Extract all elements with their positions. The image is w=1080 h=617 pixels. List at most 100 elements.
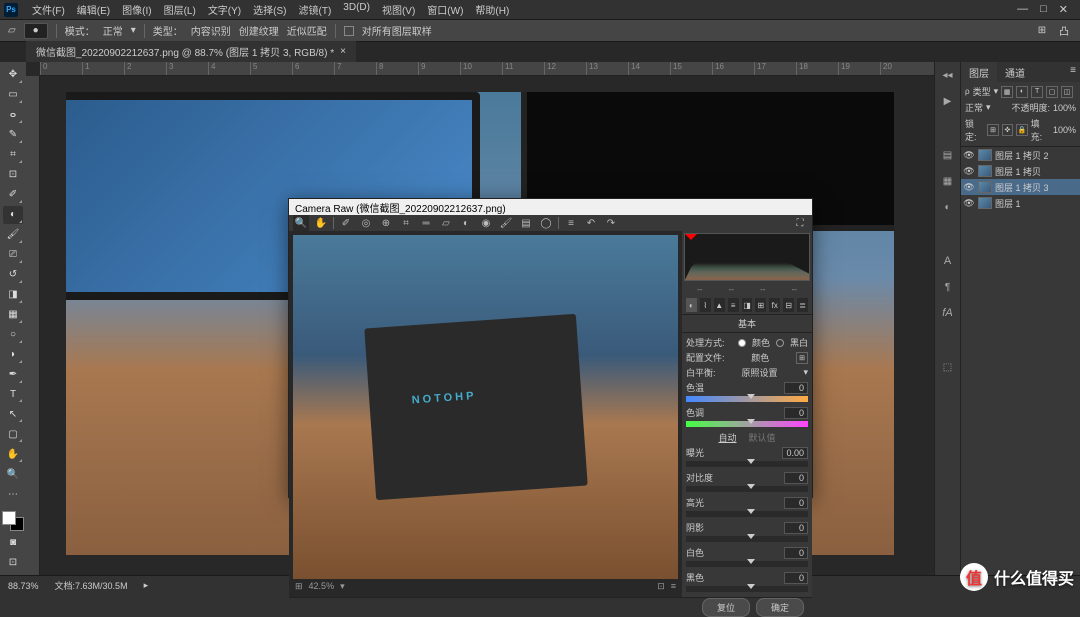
auto-button[interactable]: 自动 — [718, 431, 736, 444]
visibility-toggle[interactable]: 👁 — [963, 182, 975, 193]
screenmode-toggle[interactable]: ⊡ — [3, 553, 23, 571]
exposure-slider[interactable] — [686, 461, 808, 467]
quick-select-tool[interactable]: ✎ — [3, 126, 23, 144]
document-tab[interactable]: 微信截图_20220902212637.png @ 88.7% (图层 1 拷贝… — [26, 40, 356, 62]
cr-transform-tool[interactable]: ▱ — [438, 215, 454, 231]
cr-fullscreen-icon[interactable]: ⛶ — [792, 215, 808, 231]
edit-toolbar[interactable]: ⋯ — [3, 485, 23, 503]
text-tool[interactable]: T — [3, 386, 23, 404]
tab-channels[interactable]: 通道 — [997, 62, 1033, 82]
fill-value[interactable]: 100% — [1053, 125, 1076, 135]
menu-item[interactable]: 3D(D) — [337, 0, 376, 19]
cr-spot-tool[interactable]: ◐ — [458, 215, 474, 231]
cr-before-after-icon[interactable]: ≡ — [671, 581, 676, 591]
cr-prefs-tool[interactable]: ≡ — [563, 215, 579, 231]
visibility-toggle[interactable]: 👁 — [963, 150, 975, 161]
filter-text-icon[interactable]: T — [1031, 86, 1043, 98]
cr-hand-tool[interactable]: ✋ — [313, 215, 329, 231]
lasso-tool[interactable]: ⴰ — [3, 106, 23, 124]
exposure-value[interactable]: 0.00 — [782, 447, 808, 459]
wb-select[interactable]: 原照设置 — [741, 366, 777, 379]
cr-tab-split[interactable]: ◨ — [742, 298, 753, 312]
default-button[interactable]: 默认值 — [749, 431, 776, 444]
stamp-tool[interactable]: ⎚ — [3, 246, 23, 264]
filter-smart-icon[interactable]: ◫ — [1061, 86, 1073, 98]
menu-item[interactable]: 选择(S) — [247, 0, 292, 19]
menu-item[interactable]: 文字(Y) — [202, 0, 247, 19]
dodge-tool[interactable]: ◗ — [3, 346, 23, 364]
histogram[interactable] — [684, 233, 810, 281]
marquee-tool[interactable]: ▭ — [3, 86, 23, 104]
layer-row[interactable]: 👁图层 1 拷贝 3 — [961, 179, 1080, 195]
swatches-panel-icon[interactable]: ▦ — [939, 172, 957, 190]
path-select-tool[interactable]: ↖ — [3, 405, 23, 423]
cr-tab-lens[interactable]: ⊞ — [755, 298, 766, 312]
cr-compare-icon[interactable]: ⊡ — [657, 581, 665, 592]
glyphs-panel-icon[interactable]: fA — [939, 304, 957, 322]
move-tool[interactable]: ✥ — [3, 66, 23, 84]
tab-layers[interactable]: 图层 — [961, 62, 997, 82]
contrast-slider[interactable] — [686, 486, 808, 492]
cr-target-adjust-tool[interactable]: ⊕ — [378, 215, 394, 231]
expand-panels-icon[interactable]: ◂◂ — [939, 66, 957, 84]
cr-wb-tool[interactable]: ✐ — [338, 215, 354, 231]
opt-proximity[interactable]: 近似匹配 — [287, 23, 327, 38]
cr-preview-image[interactable] — [293, 235, 678, 579]
opt-content-aware[interactable]: 内容识别 — [191, 23, 231, 38]
brush-tool[interactable]: 🖌 — [3, 226, 23, 244]
layer-thumbnail[interactable] — [978, 197, 992, 209]
cr-redeye-tool[interactable]: ◉ — [478, 215, 494, 231]
menu-item[interactable]: 文件(F) — [26, 0, 71, 19]
mode-select[interactable]: 正常 — [103, 23, 123, 38]
ruler-vertical[interactable] — [26, 76, 40, 575]
fg-color[interactable] — [2, 511, 16, 525]
color-panel-icon[interactable]: ▤ — [939, 146, 957, 164]
blur-tool[interactable]: ○ — [3, 326, 23, 344]
panel-menu-icon[interactable]: ≡ — [1066, 62, 1080, 82]
shadows-slider[interactable] — [686, 536, 808, 542]
share-icon[interactable]: 凸 — [1056, 23, 1072, 39]
frame-tool[interactable]: ⊡ — [3, 166, 23, 184]
zoom-tool[interactable]: 🔍 — [3, 465, 23, 483]
whites-slider[interactable] — [686, 561, 808, 567]
tint-slider[interactable] — [686, 421, 808, 427]
highlights-slider[interactable] — [686, 511, 808, 517]
radio-color[interactable] — [738, 339, 746, 347]
doc-info[interactable]: 文档:7.63M/30.5M — [55, 579, 128, 592]
cr-radial-tool[interactable]: ◯ — [538, 215, 554, 231]
cr-tab-fx[interactable]: fx — [769, 298, 780, 312]
layer-row[interactable]: 👁图层 1 拷贝 2 — [961, 147, 1080, 163]
pen-tool[interactable]: ✒ — [3, 366, 23, 384]
cr-color-sampler-tool[interactable]: ◎ — [358, 215, 374, 231]
cr-rotate-cw[interactable]: ↷ — [603, 215, 619, 231]
shadows-value[interactable]: 0 — [784, 522, 808, 534]
ruler-horizontal[interactable]: 01234567891011121314151617181920 — [40, 62, 934, 76]
cr-fit-icon[interactable]: ⊞ — [295, 581, 303, 592]
contrast-value[interactable]: 0 — [784, 472, 808, 484]
gradient-tool[interactable]: ▦ — [3, 306, 23, 324]
layer-row[interactable]: 👁图层 1 拷贝 — [961, 163, 1080, 179]
cr-tab-presets[interactable]: ≣ — [797, 298, 808, 312]
cr-straighten-tool[interactable]: ═ — [418, 215, 434, 231]
tint-value[interactable]: 0 — [784, 407, 808, 419]
visibility-toggle[interactable]: 👁 — [963, 166, 975, 177]
opacity-value[interactable]: 100% — [1053, 103, 1076, 113]
lock-all-icon[interactable]: 🔒 — [1016, 124, 1027, 136]
tool-preset-icon[interactable]: ▱ — [8, 25, 16, 36]
tab-close-icon[interactable]: × — [340, 46, 346, 57]
history-panel-icon[interactable]: ▶ — [939, 92, 957, 110]
visibility-toggle[interactable]: 👁 — [963, 198, 975, 209]
cr-gradient-tool[interactable]: ▤ — [518, 215, 534, 231]
cr-tab-curve[interactable]: ⌇ — [700, 298, 711, 312]
menu-item[interactable]: 窗口(W) — [421, 0, 469, 19]
search-icon[interactable]: ⊞ — [1034, 23, 1050, 39]
profile-select[interactable]: 颜色 — [751, 351, 769, 364]
reset-button[interactable]: 复位 — [702, 598, 750, 617]
cr-zoom-value[interactable]: 42.5% — [309, 581, 335, 591]
eraser-tool[interactable]: ◨ — [3, 286, 23, 304]
cr-tab-calib[interactable]: ⊟ — [783, 298, 794, 312]
menu-item[interactable]: 视图(V) — [376, 0, 421, 19]
lock-pixels-icon[interactable]: ⊞ — [987, 124, 998, 136]
zoom-level[interactable]: 88.73% — [8, 581, 39, 591]
temp-slider[interactable] — [686, 396, 808, 402]
